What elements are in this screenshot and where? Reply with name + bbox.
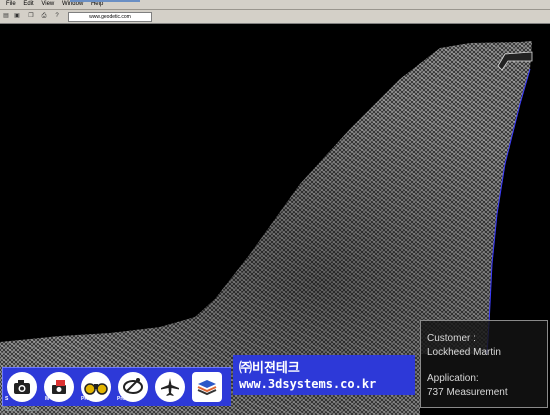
help-icon[interactable]: ? xyxy=(53,12,61,20)
customer-label: Customer : xyxy=(427,333,476,344)
company-url[interactable]: www.3dsystems.co.kr xyxy=(239,377,376,391)
save-icon[interactable]: ▣ xyxy=(13,12,21,20)
probe-caption: Probes xyxy=(117,396,134,402)
airplane-icon[interactable] xyxy=(155,372,185,402)
open-icon[interactable]: ▤ xyxy=(2,12,10,20)
company-name: ㈜비젼테크 xyxy=(239,361,300,376)
project-info-panel: Customer : Lockheed Martin Application: … xyxy=(420,320,548,408)
status-text: Pixel Size xyxy=(2,406,39,413)
camera-icon[interactable] xyxy=(7,372,37,402)
toolbar: ▤ ▣ ❐ ⎙ ? www.geodetic.com xyxy=(0,10,550,24)
customer-value: Lockheed Martin xyxy=(427,347,501,358)
scanner-caption: M xyxy=(45,396,50,402)
menu-view[interactable]: View xyxy=(41,0,54,9)
application-label: Application: xyxy=(427,373,479,384)
menu-edit[interactable]: Edit xyxy=(23,0,33,9)
url-field[interactable]: www.geodetic.com xyxy=(68,12,152,22)
menu-file[interactable]: File xyxy=(6,0,16,9)
camera-caption: S xyxy=(5,396,9,402)
copy-icon[interactable]: ❐ xyxy=(27,12,35,20)
print-icon[interactable]: ⎙ xyxy=(40,12,48,20)
binoculars-caption: PRO xyxy=(81,396,92,402)
layers-icon[interactable] xyxy=(192,372,222,402)
product-icon-strip: S M PRO Probes xyxy=(2,367,231,406)
brand-banner: ㈜비젼테크 www.3dsystems.co.kr xyxy=(233,355,415,395)
application-value: 737 Measurement xyxy=(427,387,508,398)
menu-bar: File Edit View Window Help xyxy=(0,0,550,10)
title-strip xyxy=(70,0,140,2)
